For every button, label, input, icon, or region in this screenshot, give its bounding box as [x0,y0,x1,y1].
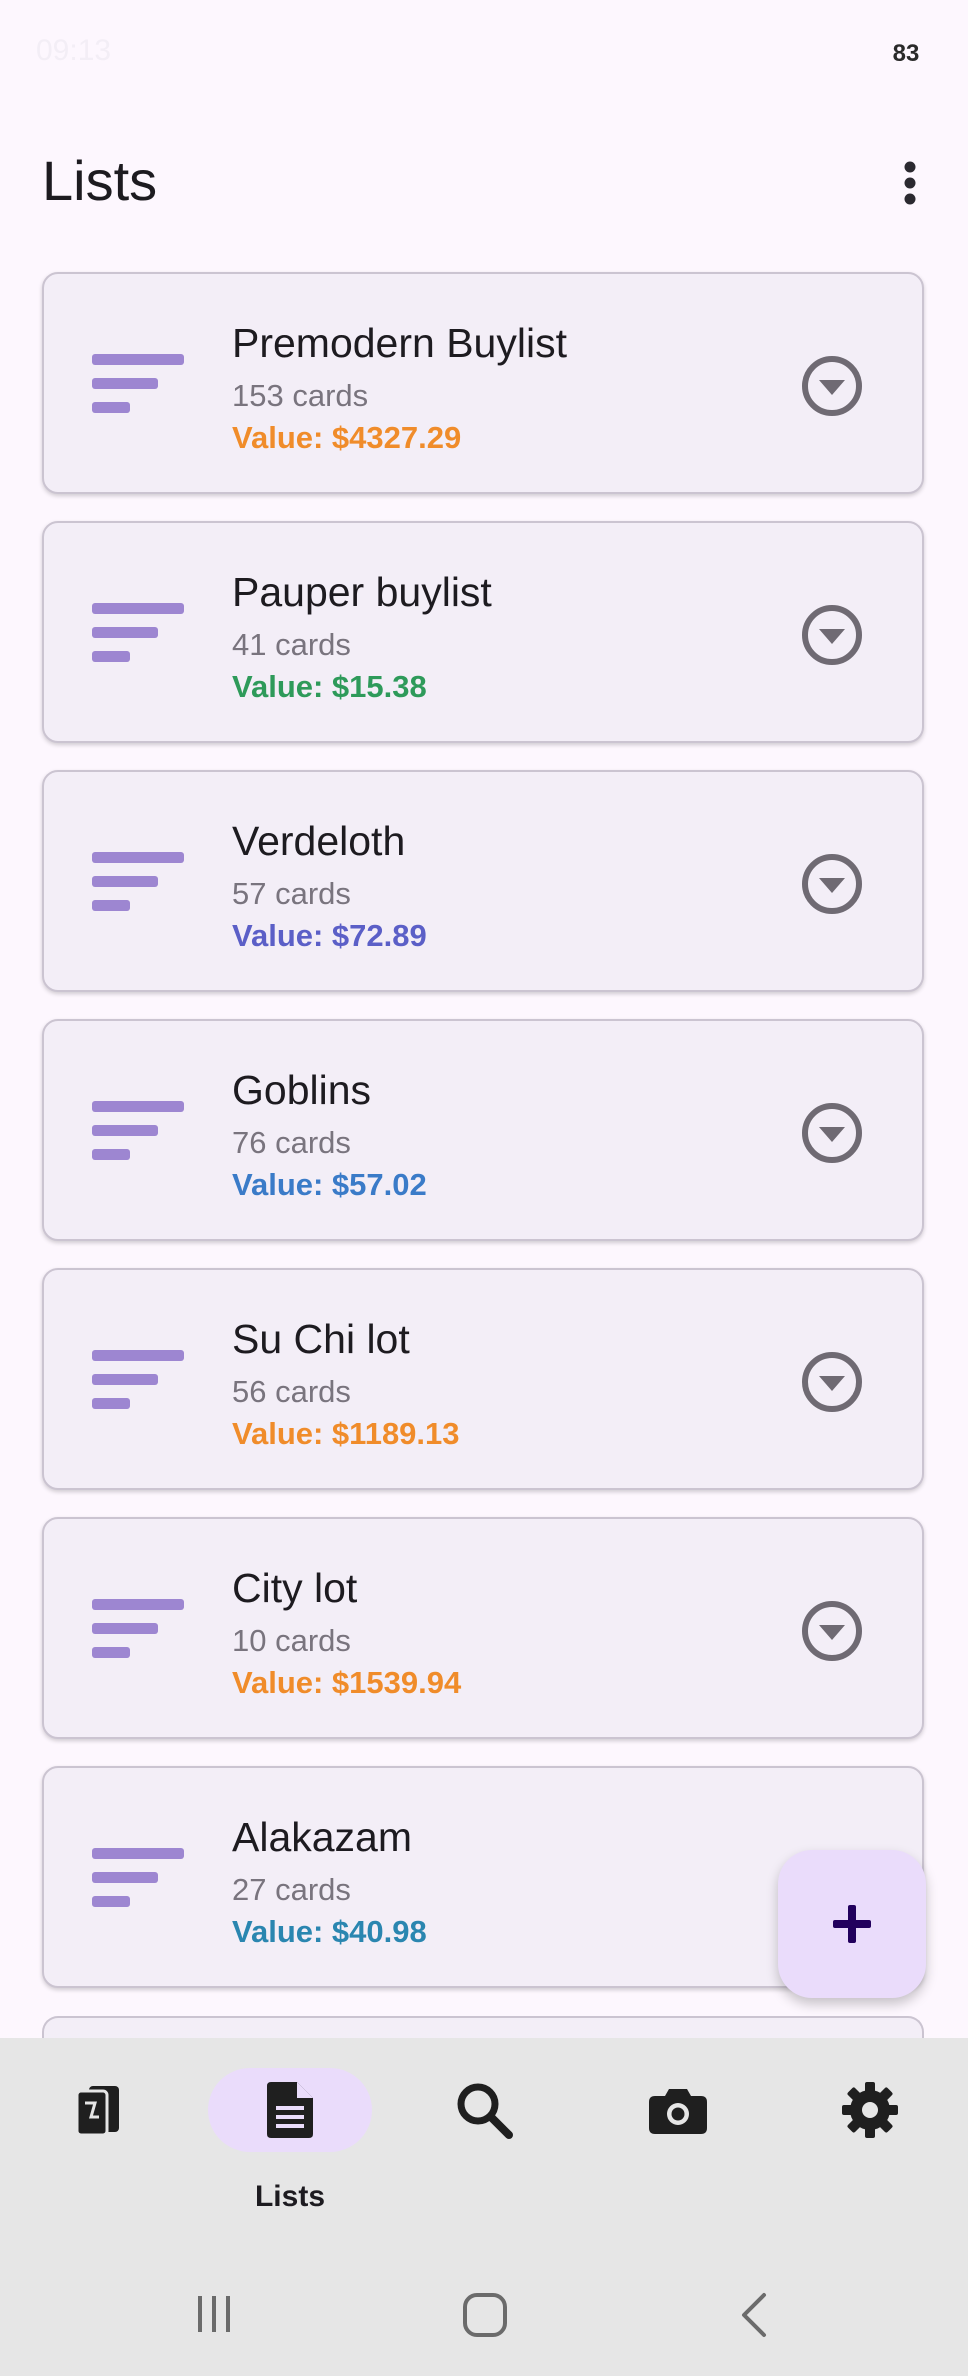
expand-circle-icon[interactable] [800,354,864,418]
recent-apps-icon[interactable] [194,2294,234,2334]
list-name: Su Chi lot [232,1316,410,1362]
more-vert-icon [904,161,916,205]
status-time: 09:13 [36,34,112,67]
nav-item-search[interactable] [394,2068,574,2218]
document-icon [267,2082,313,2138]
nav-item-settings[interactable] [780,2068,960,2218]
list-card-count: 153 cards [232,378,369,413]
list-name: Alakazam [232,1814,413,1860]
list-value: Value: $4327.29 [232,420,462,455]
list-icon [92,1599,184,1658]
list-name: Verdeloth [232,818,406,864]
list-value: Value: $1539.94 [232,1665,462,1700]
list-card[interactable]: Su Chi lot 56 cards Value: $1189.13 [42,1268,924,1490]
home-icon[interactable] [462,2292,508,2338]
nav-item-collection[interactable] [8,2068,188,2218]
list-icon [92,1101,184,1160]
nav-label-lists: Lists [254,2180,326,2213]
list-card-count: 41 cards [232,627,351,662]
battery-level: 83 [876,34,936,74]
list-card-count: 56 cards [232,1374,351,1409]
list-name: Pauper buylist [232,569,492,615]
nav-item-scan[interactable] [588,2068,768,2218]
add-list-button[interactable] [778,1850,926,1998]
list-card-count: 10 cards [232,1623,351,1658]
cards-icon [75,2086,119,2137]
list-value: Value: $40.98 [232,1914,427,1949]
list-card[interactable]: Verdeloth 57 cards Value: $72.89 [42,770,924,992]
system-nav-bar [0,2252,968,2376]
list-card[interactable]: City lot 10 cards Value: $1539.94 [42,1517,924,1739]
list-value: Value: $57.02 [232,1167,427,1202]
search-icon [457,2083,513,2139]
plus-icon [833,1905,871,1943]
nav-item-lists[interactable]: Lists [180,2068,372,2218]
list-name: City lot [232,1565,358,1611]
list-value: Value: $15.38 [232,669,427,704]
list-card[interactable]: Pauper buylist 41 cards Value: $15.38 [42,521,924,743]
list-card-count: 57 cards [232,876,351,911]
list-value: Value: $72.89 [232,918,427,953]
list-icon [92,852,184,911]
list-card[interactable]: Premodern Buylist 153 cards Value: $4327… [42,272,924,494]
list-value: Value: $1189.13 [232,1416,460,1451]
list-icon [92,1848,184,1907]
bottom-nav: Lists [0,2038,968,2252]
camera-icon [649,2089,707,2134]
list-name: Goblins [232,1067,372,1113]
back-icon[interactable] [738,2292,768,2338]
expand-circle-icon[interactable] [800,852,864,916]
list-icon [92,1350,184,1409]
list-card-count: 76 cards [232,1125,351,1160]
overflow-menu-button[interactable] [880,146,940,220]
page-title: Lists [42,149,158,212]
app-bar: Lists [0,120,968,240]
expand-circle-icon[interactable] [800,1101,864,1165]
expand-circle-icon[interactable] [800,1350,864,1414]
expand-circle-icon[interactable] [800,1599,864,1663]
list-icon [92,603,184,662]
list-name: Premodern Buylist [232,320,567,366]
list-icon [92,354,184,413]
gear-icon [842,2082,898,2138]
expand-circle-icon[interactable] [800,603,864,667]
list-card[interactable]: Goblins 76 cards Value: $57.02 [42,1019,924,1241]
list-card-count: 27 cards [232,1872,351,1907]
status-bar: 09:13 83 [0,0,968,100]
